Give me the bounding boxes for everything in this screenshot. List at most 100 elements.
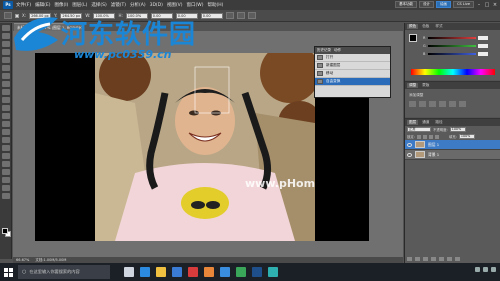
history-state-icon: [317, 79, 323, 84]
opacity-field[interactable]: 100%: [449, 127, 466, 132]
app-blue-taskbar-icon[interactable]: [220, 267, 230, 277]
network-icon[interactable]: [475, 267, 480, 272]
history-item[interactable]: 新建图层: [315, 62, 390, 70]
taskbar-search[interactable]: ○ 在这里输入你要搜索的内容: [18, 265, 110, 279]
shape-tool-icon[interactable]: [1, 161, 10, 167]
tab-color[interactable]: 颜色: [407, 24, 419, 29]
tab-history[interactable]: 历史记录: [317, 48, 331, 53]
commit-transform-button[interactable]: [247, 12, 256, 19]
exposure-icon[interactable]: [439, 101, 446, 107]
photoshop-taskbar-icon[interactable]: [252, 267, 262, 277]
site-watermark: 河东软件园 www.pc0359.cn: [8, 6, 228, 68]
add-mask-icon[interactable]: [423, 257, 428, 261]
tab-channels[interactable]: 通道: [420, 120, 431, 125]
fill-field[interactable]: 100%: [458, 134, 475, 139]
tab-layers[interactable]: 图层: [407, 120, 419, 125]
history-brush-tool-icon[interactable]: [1, 97, 10, 103]
slider-red-track[interactable]: [428, 36, 476, 39]
workspace-essentials-button[interactable]: 基本功能: [395, 1, 418, 8]
curves-icon[interactable]: [429, 101, 436, 107]
photo-layer[interactable]: www.pHome.NET: [95, 53, 315, 241]
edge-taskbar-icon[interactable]: [140, 267, 150, 277]
task-view-taskbar-icon[interactable]: [124, 267, 134, 277]
slider-green[interactable]: G: [423, 43, 493, 48]
vibrance-icon[interactable]: [449, 101, 456, 107]
trash-icon[interactable]: [455, 257, 460, 261]
eraser-tool-icon[interactable]: [1, 105, 10, 111]
app-red-taskbar-icon[interactable]: [188, 267, 198, 277]
zoom-level[interactable]: 66.67%: [16, 258, 29, 262]
slider-blue-track[interactable]: [428, 52, 476, 55]
close-icon[interactable]: ×: [492, 2, 498, 8]
history-state-icon: [317, 71, 323, 76]
brightness-icon[interactable]: [409, 101, 416, 107]
clone-stamp-tool-icon[interactable]: [1, 89, 10, 95]
lock-transparency-icon[interactable]: [416, 134, 421, 139]
layer-style-icon[interactable]: [415, 257, 420, 261]
type-tool-icon[interactable]: [1, 145, 10, 151]
dodge-tool-icon[interactable]: [1, 129, 10, 135]
new-group-icon[interactable]: [439, 257, 444, 261]
slider-green-value[interactable]: [478, 43, 488, 48]
path-select-tool-icon[interactable]: [1, 153, 10, 159]
levels-icon[interactable]: [419, 101, 426, 107]
slider-blue[interactable]: B: [423, 51, 493, 56]
workspace-paint-button[interactable]: 绘画: [436, 1, 452, 8]
color-spectrum[interactable]: [411, 69, 495, 75]
explorer-taskbar-icon[interactable]: [156, 267, 166, 277]
store-taskbar-icon[interactable]: [172, 267, 182, 277]
blur-tool-icon[interactable]: [1, 121, 10, 127]
color-panel-tabs: 颜色 色板 样式: [405, 23, 500, 30]
lock-all-icon[interactable]: [434, 134, 439, 139]
visibility-eye-icon[interactable]: [407, 142, 412, 147]
app-teal-taskbar-icon[interactable]: [268, 267, 278, 277]
cancel-transform-button[interactable]: [236, 12, 245, 19]
tab-actions[interactable]: 动作: [334, 48, 341, 53]
3d-orbit-tool-icon[interactable]: [1, 177, 10, 183]
3d-rotate-tool-icon[interactable]: [1, 169, 10, 175]
system-tray: [475, 267, 496, 272]
tab-swatches[interactable]: 色板: [420, 24, 431, 29]
lock-pixels-icon[interactable]: [422, 134, 427, 139]
volume-icon[interactable]: [483, 267, 488, 272]
hand-tool-icon[interactable]: [1, 185, 10, 191]
maximize-icon[interactable]: □: [484, 2, 490, 8]
slider-red[interactable]: R: [423, 35, 493, 40]
lock-position-icon[interactable]: [428, 134, 433, 139]
history-panel-header: 历史记录 动作: [315, 47, 390, 54]
cs-live-button[interactable]: CS Live: [453, 1, 474, 8]
tab-adjustments[interactable]: 调整: [407, 83, 419, 88]
slider-green-track[interactable]: [428, 44, 476, 47]
slider-blue-value[interactable]: [478, 51, 488, 56]
healing-tool-icon[interactable]: [1, 73, 10, 79]
slider-red-value[interactable]: [478, 35, 488, 40]
hue-saturation-icon[interactable]: [459, 101, 466, 107]
history-item[interactable]: 移动: [315, 70, 390, 78]
pen-tool-icon[interactable]: [1, 137, 10, 143]
history-item[interactable]: 打开: [315, 54, 390, 62]
workspace-design-button[interactable]: 设计: [419, 1, 435, 8]
color-foreground-swatch[interactable]: [409, 34, 417, 42]
gradient-tool-icon[interactable]: [1, 113, 10, 119]
layer-row[interactable]: 图层 1: [405, 140, 500, 150]
blend-mode-select[interactable]: 正常: [407, 127, 431, 132]
zoom-tool-icon[interactable]: [1, 193, 10, 199]
brush-tool-icon[interactable]: [1, 81, 10, 87]
notification-icon[interactable]: [491, 267, 496, 272]
visibility-eye-icon[interactable]: [407, 152, 412, 157]
link-layers-icon[interactable]: [407, 257, 412, 261]
adjustments-hint: 添加调整: [409, 93, 424, 97]
start-button[interactable]: [0, 263, 16, 281]
adjustment-layer-icon[interactable]: [431, 257, 436, 261]
minimize-icon[interactable]: –: [476, 2, 482, 8]
app-orange-taskbar-icon[interactable]: [204, 267, 214, 277]
slider-green-letter: G: [423, 43, 426, 48]
new-layer-icon[interactable]: [447, 257, 452, 261]
tab-masks[interactable]: 蒙版: [420, 83, 431, 88]
foreground-color-swatch[interactable]: [2, 228, 8, 234]
layer-row[interactable]: 背景 1: [405, 150, 500, 160]
tab-styles[interactable]: 样式: [433, 24, 444, 29]
history-item-selected[interactable]: 自由变换: [315, 78, 390, 86]
tab-paths[interactable]: 路径: [433, 120, 444, 125]
app-green-taskbar-icon[interactable]: [236, 267, 246, 277]
